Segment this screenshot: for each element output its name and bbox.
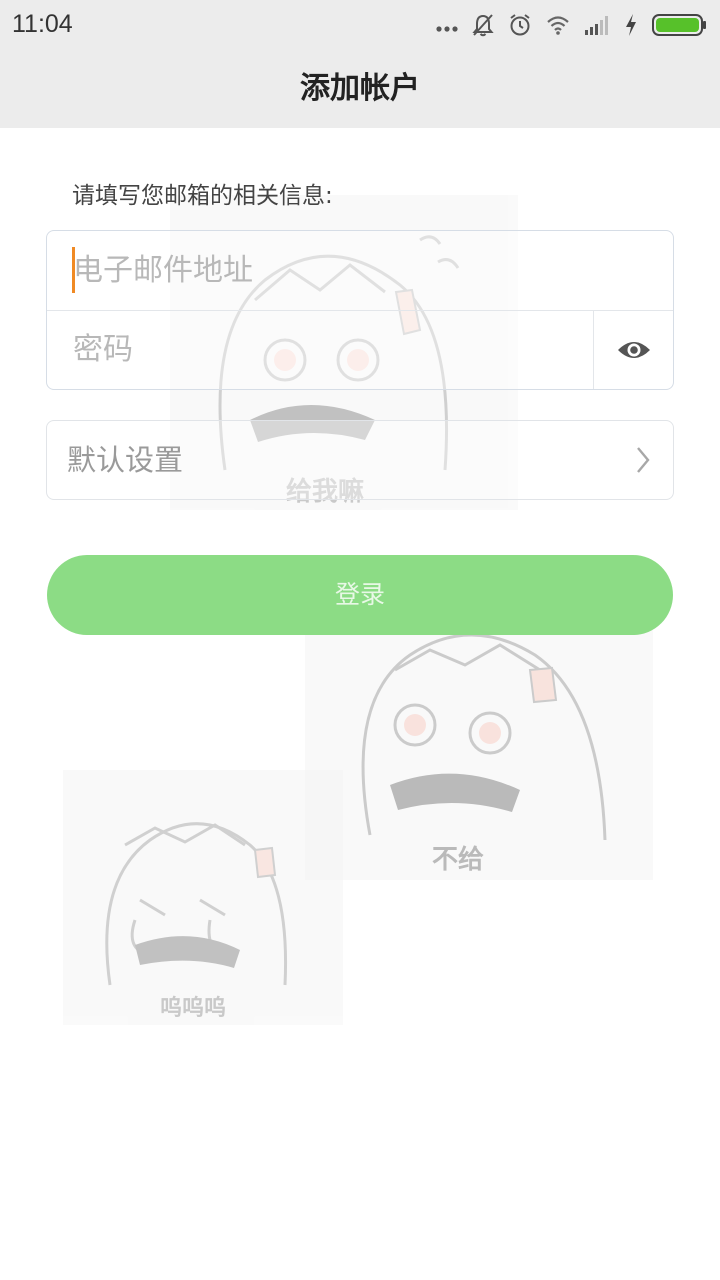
default-settings-label: 默认设置 (67, 443, 184, 477)
email-field[interactable] (73, 231, 573, 310)
credentials-box (46, 230, 674, 390)
signal-icon (585, 16, 608, 35)
battery-icon (652, 14, 706, 36)
charging-icon (626, 14, 636, 36)
status-time: 11:04 (12, 10, 73, 38)
status-icons (436, 12, 708, 38)
login-button[interactable]: 登录 (47, 555, 673, 635)
page-title: 添加帐户 (300, 71, 420, 106)
default-settings-row[interactable]: 默认设置 (46, 420, 674, 500)
sticker-caption-crying: 呜呜呜 (160, 995, 226, 1021)
sticker-crying: 呜呜呜 (63, 770, 343, 1025)
chevron-right-icon (637, 447, 650, 473)
sticker-no-give: 不给 (305, 615, 653, 880)
sticker-caption-no-give: 不给 (432, 844, 484, 875)
email-row (47, 231, 673, 311)
password-field[interactable] (73, 310, 573, 389)
text-caret (72, 247, 75, 293)
more-dots-icon (436, 26, 458, 32)
header: 添加帐户 (0, 50, 720, 128)
instruction-text: 请填写您邮箱的相关信息: (72, 183, 333, 209)
wifi-icon (547, 16, 569, 35)
bell-muted-icon (472, 14, 494, 37)
password-row (47, 310, 673, 389)
eye-icon (617, 341, 650, 358)
status-bar: 11:04 (0, 0, 720, 50)
alarm-icon (510, 14, 530, 36)
show-password-button[interactable] (594, 310, 673, 389)
